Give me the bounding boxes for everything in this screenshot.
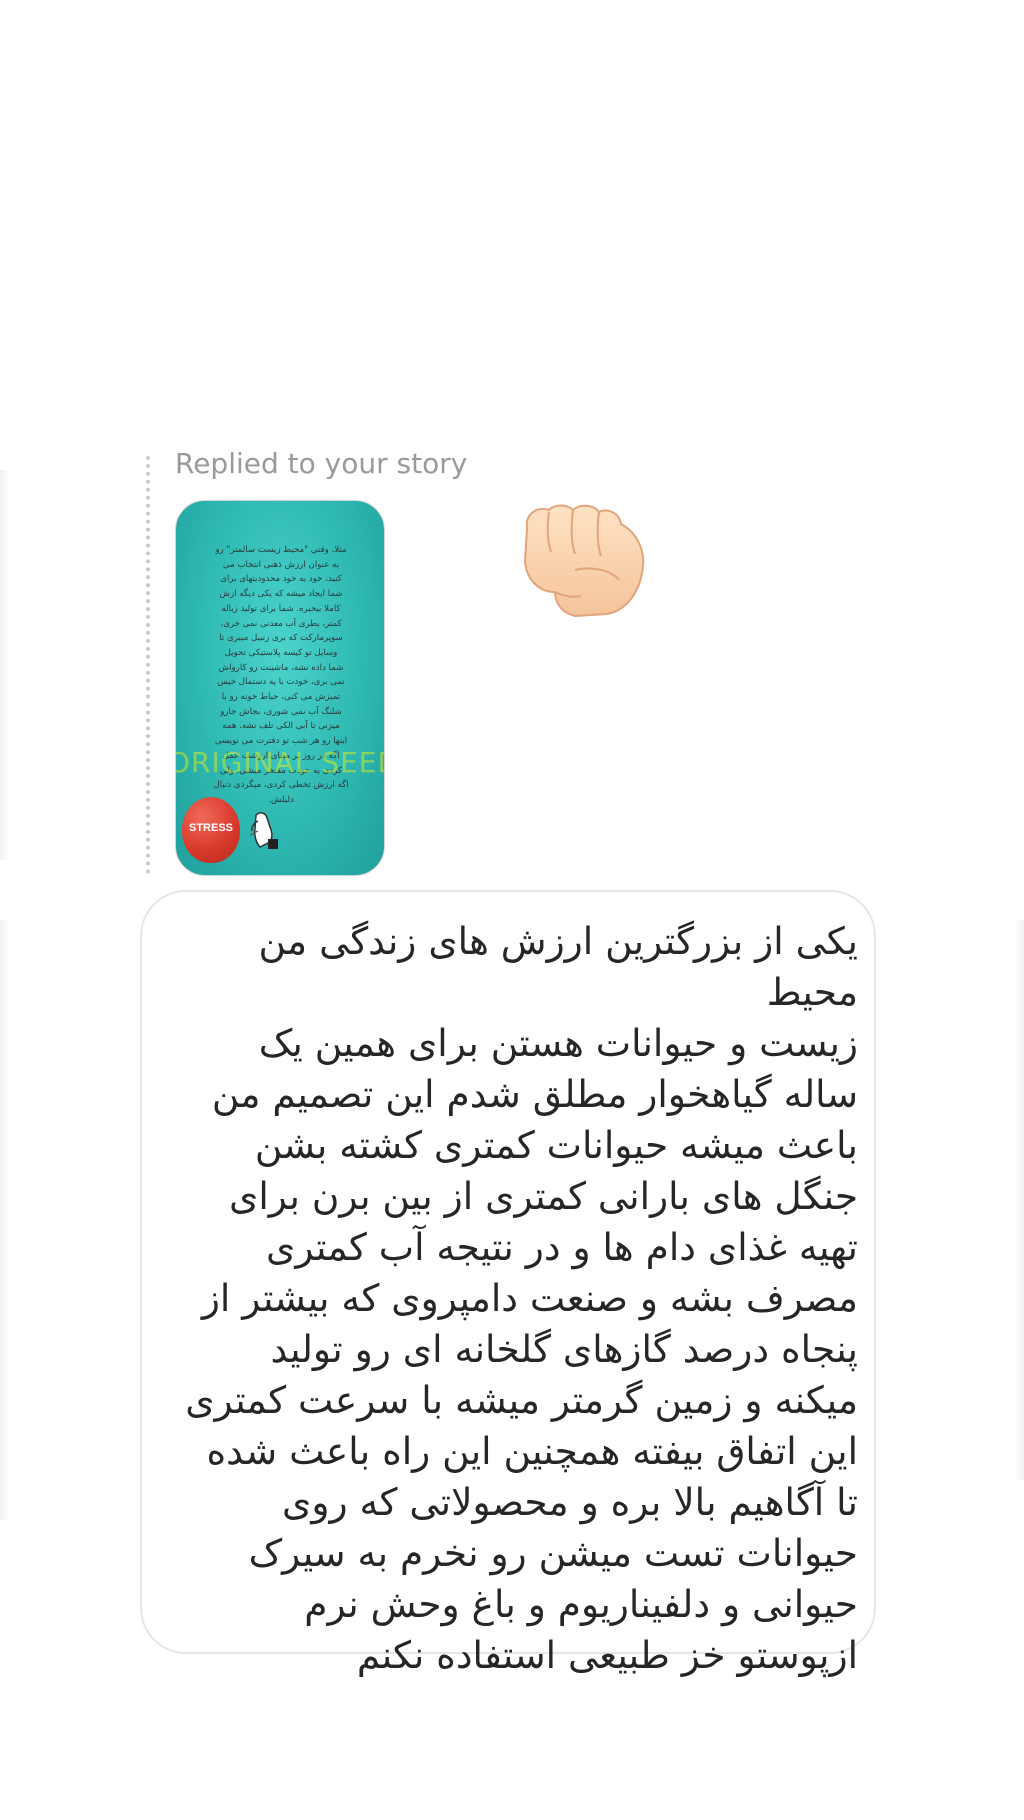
left-edge-shadow — [0, 470, 10, 860]
stress-balloon-icon: STRESS — [182, 797, 240, 863]
story-watermark: ORIGINAL SEED — [175, 746, 385, 779]
message-bubble[interactable]: یکی از بزرگترین ارزش های زندگی من محیط ز… — [140, 890, 876, 1677]
reply-label: Replied to your story — [175, 447, 468, 480]
fist-emoji-reaction — [523, 504, 645, 618]
message-text: یکی از بزرگترین ارزش های زندگی من محیط ز… — [185, 919, 858, 1677]
left-edge-shadow-lower — [0, 920, 10, 1520]
hand-with-pin-icon — [249, 812, 278, 849]
right-edge-shadow — [1014, 920, 1024, 1480]
story-preview-thumbnail[interactable]: مثلا، وقتی "محیط زیست سالمتر" رو به عنوا… — [175, 500, 385, 876]
reply-indicator-line — [146, 456, 150, 874]
dm-thread-screen: Replied to your story مثلا، وقتی "محیط ز… — [0, 0, 1024, 1820]
stress-balloon-label: STRESS — [188, 822, 233, 834]
